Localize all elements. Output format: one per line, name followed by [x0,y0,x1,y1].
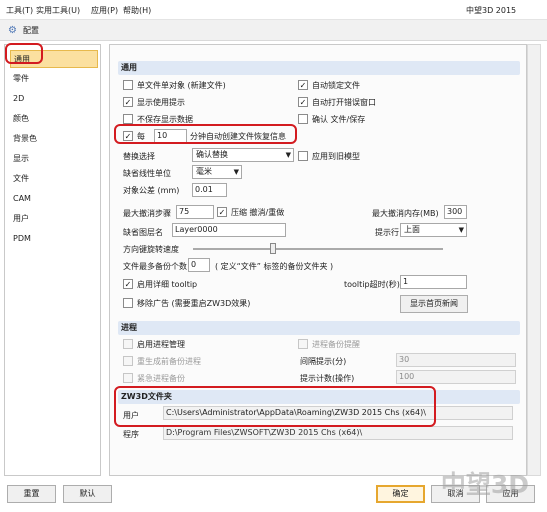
highlight-general [5,43,43,64]
backup-process-reminder-label: 进程备份提醒 [312,340,360,349]
default-layer-name-input[interactable]: Layer0000 [172,223,286,237]
max-undo-steps-label: 最大撤消步骤 [123,209,171,218]
rotation-speed-label: 方向键旋转速度 [123,245,179,254]
backup-process-reminder-checkbox[interactable] [298,339,308,349]
backup-note: ( 定义“文件” 标签的备份文件夹 ) [215,262,334,271]
sidebar-item-display[interactable]: 显示 [10,150,98,168]
object-tolerance-input[interactable]: 0.01 [192,183,227,197]
watermark-text: 中望3D [440,470,529,499]
replace-select-dropdown[interactable]: 确认替换 ▼ [192,148,294,162]
vertical-scrollbar[interactable] [527,44,541,476]
auto-lock-file-checkbox[interactable]: ✓ [298,80,308,90]
prompt-count-label: 提示计数(操作) [300,374,355,383]
remove-ads-checkbox[interactable] [123,298,133,308]
sidebar-item-2d[interactable]: 2D [10,90,98,108]
enable-detailed-tooltip-label: 启用详细 tooltip [137,280,198,289]
tooltip-timeout-label: tooltip超时(秒) [344,280,400,289]
auto-open-error-window-checkbox[interactable]: ✓ [298,97,308,107]
menu-tools[interactable]: 工具(T) [6,5,33,16]
emergency-process-backup-label: 紧急进程备份 [137,374,185,383]
sidebar-item-file[interactable]: 文件 [10,170,98,188]
chevron-down-icon: ▼ [233,168,239,176]
sidebar-item-user[interactable]: 用户 [10,210,98,228]
sidebar-item-cam[interactable]: CAM [10,190,98,208]
remove-ads-label: 移除广告 (需要重启ZW3D效果) [137,299,251,308]
apply-to-old-model-checkbox[interactable] [298,151,308,161]
section-process: 进程 [118,321,520,335]
apply-to-old-model-label: 应用到旧模型 [312,152,360,161]
highlight-auto-recovery [114,124,297,144]
confirm-file-save-label: 确认 文件/保存 [312,115,366,124]
regen-backup-process-checkbox[interactable] [123,356,133,366]
menu-help[interactable]: 帮助(H) [123,5,151,16]
chevron-down-icon: ▼ [285,151,291,159]
max-undo-memory-label: 最大撤消内存(MB) [372,209,439,218]
dialog-title-bar: ⚙ 配置 ? ⊣ × [0,20,547,54]
prompt-line-dropdown[interactable]: 上面 ▼ [400,223,467,237]
single-file-object-checkbox[interactable] [123,80,133,90]
menu-apps[interactable]: 应用(P) [91,5,118,16]
app-title: 中望3D 2015 [466,6,517,15]
menu-bar: 工具(T) 实用工具(U) 应用(P) 帮助(H) 中望3D 2015 [0,0,547,20]
rotation-speed-slider-thumb[interactable] [270,243,276,254]
prompt-line-value: 上面 [404,225,420,234]
sidebar-item-pdm[interactable]: PDM [10,230,98,248]
max-backup-count-label: 文件最多备份个数 [123,262,187,271]
tooltip-timeout-input[interactable]: 1 [400,275,467,289]
prompt-count-input[interactable]: 100 [396,370,516,384]
chevron-down-icon: ▼ [458,226,464,234]
default-linear-unit-label: 缺省线性单位 [123,169,171,178]
show-homepage-news-button[interactable]: 显示首页新闻 [400,295,468,313]
replace-select-label: 替换选择 [123,152,155,161]
section-general: 通用 [118,61,520,75]
sidebar-item-background[interactable]: 背景色 [10,130,98,148]
rotation-speed-slider-track[interactable] [193,248,443,250]
interval-prompt-label: 间隔提示(分) [300,357,347,366]
program-folder-path[interactable]: D:\Program Files\ZWSOFT\ZW3D 2015 Chs (x… [163,426,513,440]
reset-button[interactable]: 重置 [7,485,56,503]
replace-select-value: 确认替换 [196,150,228,159]
emergency-process-backup-checkbox[interactable] [123,373,133,383]
interval-prompt-input[interactable]: 30 [396,353,516,367]
prompt-line-label: 提示行 [375,228,399,237]
default-layer-name-label: 缺省图层名 [123,228,163,237]
no-save-display-data-checkbox[interactable] [123,114,133,124]
sidebar-item-color[interactable]: 颜色 [10,110,98,128]
menu-utilities[interactable]: 实用工具(U) [36,5,80,16]
compress-undo-redo-label: 压缩 撤消/重做 [231,208,285,217]
show-tips-checkbox[interactable]: ✓ [123,97,133,107]
compress-undo-redo-checkbox[interactable]: ✓ [217,207,227,217]
auto-open-error-window-label: 自动打开错误窗口 [312,98,376,107]
ok-button[interactable]: 确定 [376,485,425,503]
show-tips-label: 显示使用提示 [137,98,185,107]
regen-backup-process-label: 重生成前备份进程 [137,357,201,366]
auto-lock-file-label: 自动锁定文件 [312,81,360,90]
program-folder-label: 程序 [123,430,139,439]
sidebar-item-part[interactable]: 零件 [10,70,98,88]
max-undo-memory-input[interactable]: 300 [444,205,467,219]
default-button[interactable]: 默认 [63,485,112,503]
default-linear-unit-dropdown[interactable]: 毫米 ▼ [192,165,242,179]
default-linear-unit-value: 毫米 [196,167,212,176]
object-tolerance-label: 对象公差 (mm) [123,186,180,195]
enable-process-management-checkbox[interactable] [123,339,133,349]
single-file-object-label: 单文件单对象 (新建文件) [137,81,226,90]
enable-detailed-tooltip-checkbox[interactable]: ✓ [123,279,133,289]
gear-icon: ⚙ [8,25,17,36]
max-undo-steps-input[interactable]: 75 [176,205,214,219]
max-backup-count-input[interactable]: 0 [188,258,210,272]
highlight-user-folder [114,386,436,427]
confirm-file-save-checkbox[interactable] [298,114,308,124]
category-sidebar: 通用 零件 2D 颜色 背景色 显示 文件 CAM 用户 PDM [4,44,101,476]
dialog-title: 配置 [23,26,39,35]
enable-process-management-label: 启用进程管理 [137,340,185,349]
